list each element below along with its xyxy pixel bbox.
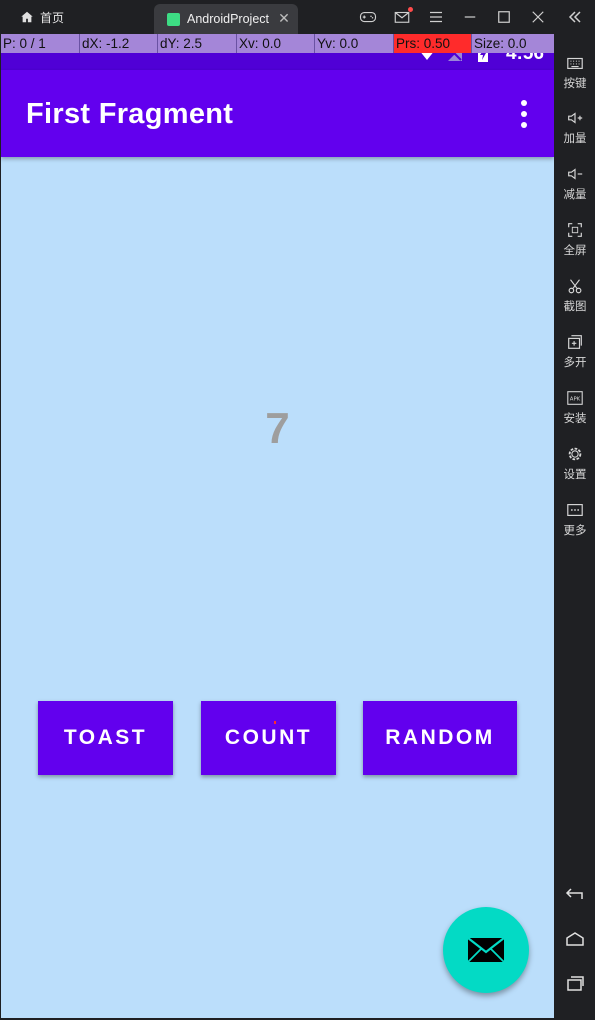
sidebar-item-fullscreen[interactable]: 全屏 <box>555 220 595 258</box>
sidebar-label: 全屏 <box>563 245 587 257</box>
pointer-yv: Yv: 0.0 <box>315 34 394 53</box>
volume-down-icon <box>568 168 583 180</box>
count-button[interactable]: COUNT <box>201 701 336 775</box>
page-title: First Fragment <box>26 98 234 130</box>
notification-dot <box>408 7 413 12</box>
close-window-button[interactable] <box>528 7 548 27</box>
sidebar-label: 加量 <box>563 133 587 145</box>
android-back-button[interactable] <box>555 882 595 906</box>
app-tab[interactable]: AndroidProject ✕ <box>154 4 298 34</box>
apk-install-icon: APK <box>567 391 583 405</box>
more-icon <box>567 504 583 516</box>
pointer-count: P: 0 / 1 <box>1 34 80 53</box>
svg-text:APK: APK <box>570 397 581 403</box>
sidebar-item-settings[interactable]: 设置 <box>555 444 595 482</box>
fullscreen-icon <box>568 223 582 237</box>
sidebar-label: 设置 <box>563 469 587 481</box>
close-icon <box>532 11 544 23</box>
double-chevron-left-icon <box>568 11 581 23</box>
menu-button[interactable] <box>426 7 446 27</box>
android-recents-button[interactable] <box>555 971 595 995</box>
app-bar: First Fragment <box>1 70 554 157</box>
sidebar-item-more[interactable]: 更多 <box>555 500 595 538</box>
emulator-titlebar: 首页 AndroidProject ✕ <box>0 0 595 34</box>
overflow-dot <box>521 111 527 117</box>
sidebar-label: 按键 <box>563 78 587 90</box>
touch-indicator <box>274 721 276 724</box>
sidebar-item-multi-open[interactable]: 多开 <box>555 332 595 370</box>
pointer-dy: dY: 2.5 <box>158 34 237 53</box>
random-button[interactable]: RANDOM <box>363 701 517 775</box>
maximize-button[interactable] <box>494 7 514 27</box>
pointer-dx: dX: -1.2 <box>80 34 158 53</box>
volume-up-icon <box>568 112 583 124</box>
sidebar-item-volume-up[interactable]: 加量 <box>555 108 595 146</box>
home-tab-label: 首页 <box>40 10 65 25</box>
pointer-pressure: Prs: 0.50 <box>394 34 472 53</box>
sidebar-label: 减量 <box>563 189 587 201</box>
tab-close-icon[interactable]: ✕ <box>276 10 292 26</box>
overflow-dot <box>521 100 527 106</box>
emulator-sidebar: 按键 加量 减量 全屏 截图 多开 APK 安装 设置 更多 <box>555 0 595 1020</box>
sidebar-item-volume-down[interactable]: 减量 <box>555 164 595 202</box>
sidebar-label: 安装 <box>563 413 587 425</box>
pointer-size: Size: 0.0 <box>474 36 527 51</box>
gamepad-icon <box>359 11 377 23</box>
email-icon <box>467 937 505 963</box>
keyboard-icon <box>567 57 583 69</box>
sidebar-item-keyboard[interactable]: 按键 <box>555 53 595 91</box>
status-bar: 4:56 P: 0 / 1 dX: -1.2 dY: 2.5 Xv: 0.0 Y… <box>1 34 554 70</box>
android-app-icon <box>167 12 180 26</box>
home-nav-icon <box>566 932 584 946</box>
sidebar-label: 多开 <box>563 357 587 369</box>
minimize-icon <box>464 16 476 18</box>
recents-icon <box>567 976 584 991</box>
app-tab-label: AndroidProject <box>187 12 269 26</box>
multi-open-icon <box>568 335 582 349</box>
sidebar-label: 截图 <box>563 301 587 313</box>
overflow-dot <box>521 122 527 128</box>
android-home-button[interactable] <box>555 927 595 951</box>
home-tab[interactable]: 首页 <box>20 8 64 26</box>
mail-button[interactable] <box>392 7 413 27</box>
sidebar-item-install[interactable]: APK 安装 <box>555 388 595 426</box>
sidebar-item-screenshot[interactable]: 截图 <box>555 276 595 314</box>
count-textview: 7 <box>265 404 290 453</box>
toast-button[interactable]: TOAST <box>38 701 173 775</box>
maximize-icon <box>498 11 510 23</box>
back-icon <box>565 888 583 899</box>
phone-screen: 4:56 P: 0 / 1 dX: -1.2 dY: 2.5 Xv: 0.0 Y… <box>1 34 554 1018</box>
pointer-xv: Xv: 0.0 <box>237 34 315 53</box>
window-controls <box>358 6 548 28</box>
gamepad-button[interactable] <box>358 7 378 27</box>
settings-gear-icon <box>568 447 582 461</box>
pointer-location-overlay: P: 0 / 1 dX: -1.2 dY: 2.5 Xv: 0.0 Yv: 0.… <box>1 34 554 53</box>
email-fab-button[interactable] <box>443 907 529 993</box>
collapse-sidebar-button[interactable] <box>555 6 595 28</box>
hamburger-menu-icon <box>430 11 442 23</box>
overflow-menu-button[interactable] <box>518 100 530 128</box>
home-icon <box>21 11 33 23</box>
sidebar-label: 更多 <box>563 525 587 537</box>
minimize-button[interactable] <box>460 7 480 27</box>
scissors-icon <box>568 279 582 294</box>
